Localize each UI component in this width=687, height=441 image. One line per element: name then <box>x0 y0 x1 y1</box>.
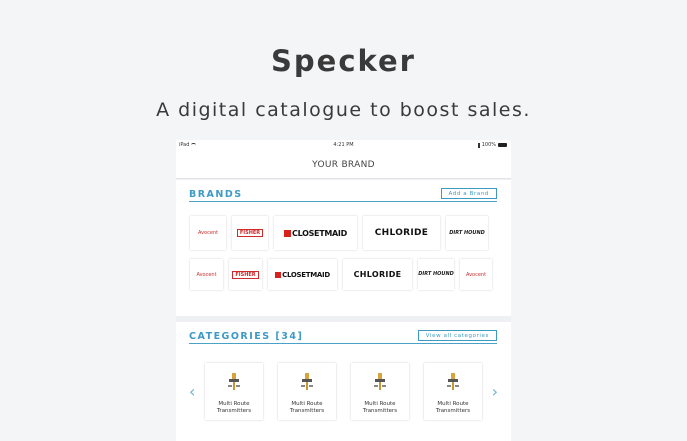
transmitter-icon <box>374 373 386 390</box>
category-card[interactable]: Multi Route Transmitters <box>351 363 409 420</box>
status-bar: iPad 4:21 PM 100% <box>176 140 511 151</box>
category-label: Multi Route Transmitters <box>424 401 482 415</box>
brand-tile[interactable]: FISHER <box>232 216 268 250</box>
category-label-line: Multi Route <box>218 401 250 407</box>
brand-tile[interactable]: CLOSETMAID <box>268 259 337 290</box>
brand-logo-dirthound: DIRT HOUND <box>418 271 454 277</box>
category-label: Multi Route Transmitters <box>351 401 409 415</box>
brand-row-1: Avocent FISHER CLOSETMAID CHLORIDE DIRT … <box>190 216 497 250</box>
category-label-line: Multi Route <box>437 401 469 407</box>
brand-tile[interactable]: Avocent <box>190 259 223 290</box>
transmitter-icon <box>228 373 240 390</box>
category-label-line: Multi Route <box>364 401 396 407</box>
category-label: Multi Route Transmitters <box>205 401 263 415</box>
closetmaid-mark-icon <box>275 271 282 278</box>
categories-row: Multi Route Transmitters Multi Route Trans… <box>205 363 482 420</box>
brand-tile[interactable]: DIRT HOUND <box>418 259 454 290</box>
brand-tile[interactable]: DIRT HOUND <box>446 216 488 250</box>
category-label-line: Transmitters <box>362 408 398 414</box>
brand-name: CLOSETMAID <box>292 228 347 238</box>
view-all-categories-button[interactable]: View all categories <box>417 330 497 341</box>
battery-icon <box>498 143 507 147</box>
brand-logo-closetmaid: CLOSETMAID <box>275 271 330 279</box>
brand-logo-avocent: Avocent <box>196 271 217 278</box>
brand-logo-closetmaid: CLOSETMAID <box>284 229 347 238</box>
brands-section: BRANDS Add a Brand Avocent FISHER CLOSET… <box>176 180 511 346</box>
category-card[interactable]: Multi Route Transmitters <box>424 363 482 420</box>
ipad-screen: iPad 4:21 PM 100% YOUR BRAND BRANDS Add … <box>176 140 511 441</box>
category-label-line: Transmitters <box>289 408 325 414</box>
brand-logo-fisher: FISHER <box>232 270 259 279</box>
brands-title: BRANDS <box>189 189 243 200</box>
transmitter-icon <box>301 373 313 390</box>
category-label-line: Transmitters <box>216 408 252 414</box>
categories-title: CATEGORIES [34] <box>189 331 304 342</box>
status-time: 4:21 PM <box>333 142 354 148</box>
nav-title: YOUR BRAND <box>312 159 375 170</box>
transmitter-icon <box>447 373 459 390</box>
brand-logo-dirthound: DIRT HOUND <box>449 229 485 236</box>
brand-logo-avocent: Avocent <box>465 271 487 278</box>
brand-tile[interactable]: Avocent <box>460 259 492 290</box>
brand-logo-fisher: FISHER <box>236 229 264 237</box>
closetmaid-mark-icon <box>284 229 292 237</box>
category-label-line: Multi Route <box>291 401 323 407</box>
category-card[interactable]: Multi Route Transmitters <box>205 363 263 420</box>
hero-tagline: A digital catalogue to boost sales. <box>156 99 531 121</box>
brands-header: BRANDS Add a Brand <box>189 188 497 202</box>
bluetooth-icon <box>477 142 480 148</box>
brand-tile[interactable]: CLOSETMAID <box>274 216 357 250</box>
category-label-line: Transmitters <box>435 408 471 414</box>
brand-logo-avocent: Avocent <box>197 230 219 236</box>
category-label: Multi Route Transmitters <box>278 401 336 415</box>
brand-tile[interactable]: Avocent <box>190 216 226 250</box>
categories-header: CATEGORIES [34] View all categories <box>189 330 497 344</box>
category-card[interactable]: Multi Route Transmitters <box>278 363 336 420</box>
brand-tile[interactable]: CHLORIDE <box>363 216 440 250</box>
categories-section: CATEGORIES [34] View all categories ‹ Mu… <box>176 322 511 441</box>
brand-tile[interactable]: FISHER <box>229 259 262 290</box>
nav-bar: YOUR BRAND <box>176 151 511 179</box>
brand-name: CLOSETMAID <box>282 270 330 279</box>
brand-row-2: Avocent FISHER CLOSETMAID CHLORIDE DIRT … <box>190 259 497 290</box>
status-right: 100% <box>477 142 507 148</box>
brand-logo-chloride: CHLORIDE <box>353 270 402 279</box>
add-brand-button[interactable]: Add a Brand <box>440 188 497 199</box>
hero-title: Specker <box>271 44 416 78</box>
brand-tile[interactable]: CHLORIDE <box>343 259 412 290</box>
chevron-left-icon[interactable]: ‹ <box>189 382 195 401</box>
brand-logo-chloride: CHLORIDE <box>374 228 429 238</box>
battery-percent: 100% <box>481 142 496 148</box>
chevron-right-icon[interactable]: › <box>492 382 498 401</box>
